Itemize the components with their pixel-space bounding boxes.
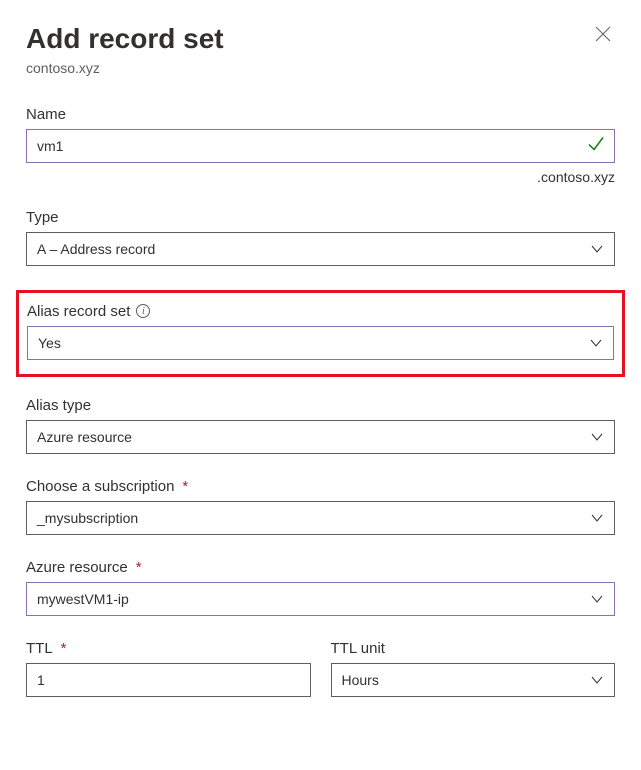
- chevron-down-icon: [590, 673, 604, 687]
- required-indicator: *: [136, 559, 142, 576]
- info-icon[interactable]: i: [136, 304, 150, 318]
- azure-resource-select[interactable]: mywestVM1-ip: [26, 582, 615, 616]
- page-title: Add record set: [26, 22, 224, 56]
- type-select[interactable]: A – Address record: [26, 232, 615, 266]
- required-indicator: *: [61, 640, 67, 657]
- ttl-input[interactable]: [26, 663, 311, 697]
- alias-type-label: Alias type: [26, 397, 615, 414]
- subscription-select[interactable]: _mysubscription: [26, 501, 615, 535]
- name-suffix: .contoso.xyz: [26, 169, 615, 185]
- required-indicator: *: [182, 478, 188, 495]
- alias-record-set-value: Yes: [38, 335, 61, 351]
- ttl-unit-value: Hours: [342, 672, 379, 688]
- page-subtitle: contoso.xyz: [26, 60, 615, 76]
- name-input[interactable]: [26, 129, 615, 163]
- ttl-unit-select[interactable]: Hours: [331, 663, 616, 697]
- close-icon: [595, 26, 611, 42]
- alias-record-set-select[interactable]: Yes: [27, 326, 614, 360]
- name-label: Name: [26, 106, 615, 123]
- azure-resource-label: Azure resource*: [26, 559, 615, 576]
- subscription-label: Choose a subscription*: [26, 478, 615, 495]
- alias-record-set-label: Alias record set i: [27, 303, 614, 320]
- alias-type-value: Azure resource: [37, 429, 132, 445]
- type-value: A – Address record: [37, 241, 155, 257]
- azure-resource-value: mywestVM1-ip: [37, 591, 129, 607]
- subscription-value: _mysubscription: [37, 510, 138, 526]
- checkmark-icon: [587, 134, 605, 157]
- chevron-down-icon: [589, 336, 603, 350]
- chevron-down-icon: [590, 511, 604, 525]
- alias-record-set-highlight: Alias record set i Yes: [16, 290, 625, 377]
- chevron-down-icon: [590, 242, 604, 256]
- alias-type-select[interactable]: Azure resource: [26, 420, 615, 454]
- ttl-unit-label: TTL unit: [331, 640, 616, 657]
- close-button[interactable]: [591, 22, 615, 46]
- chevron-down-icon: [590, 430, 604, 444]
- ttl-label: TTL*: [26, 640, 311, 657]
- chevron-down-icon: [590, 592, 604, 606]
- type-label: Type: [26, 209, 615, 226]
